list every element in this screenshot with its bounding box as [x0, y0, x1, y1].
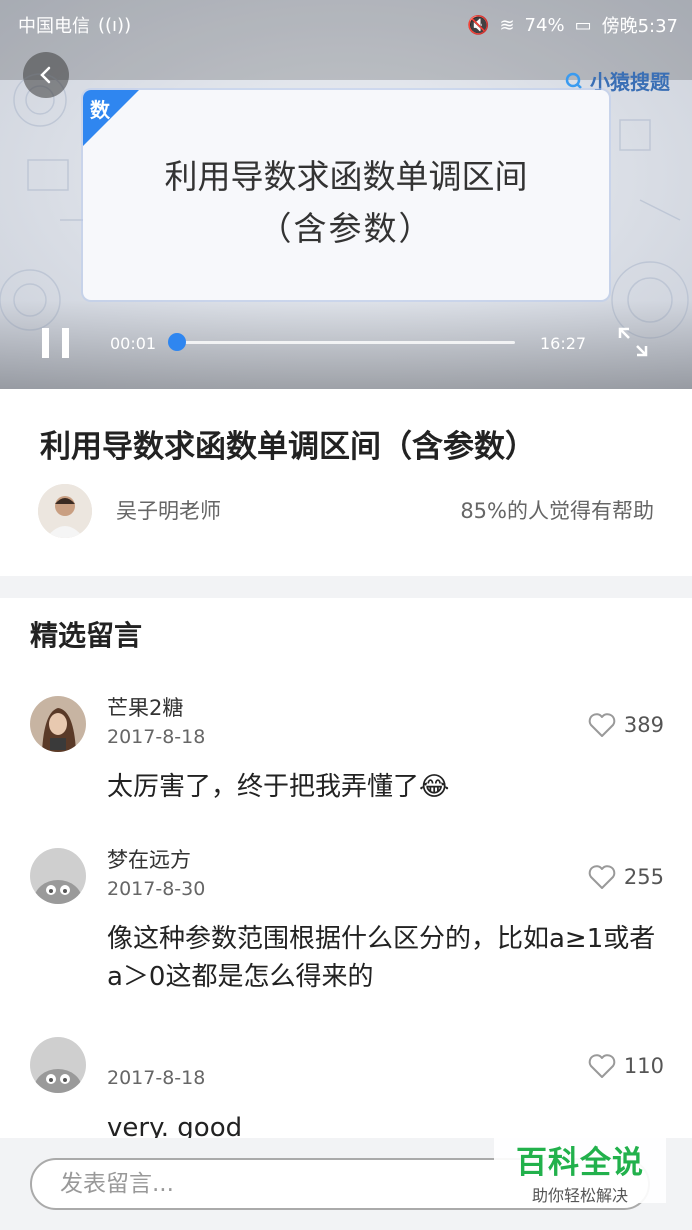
teacher-name[interactable]: 吴子明老师	[116, 495, 221, 525]
teacher-photo	[38, 484, 92, 538]
default-avatar-icon	[30, 848, 86, 904]
status-bar: 中国电信 ((ı)) 🔇 ≋ 74% ▭ 傍晚5:37	[0, 0, 692, 48]
watermark-title: 百科全说	[516, 1145, 644, 1181]
battery-icon: ▭	[574, 14, 592, 36]
comment-author: 梦在远方	[107, 848, 191, 872]
pause-icon	[42, 328, 49, 358]
like-button[interactable]: 389	[588, 712, 664, 738]
watermark: 百科全说 助你轻松解决	[494, 1133, 666, 1205]
like-button[interactable]: 110	[588, 1053, 664, 1079]
avatar[interactable]	[30, 696, 86, 752]
comment-text: 像这种参数范围根据什么区分的，比如a≥1或者a＞0这都是怎么得来的	[107, 924, 656, 992]
user-photo	[30, 696, 86, 752]
pause-icon-bar	[62, 328, 69, 358]
pause-button[interactable]	[42, 328, 70, 358]
total-time: 16:27	[540, 334, 587, 353]
video-info: 利用导数求函数单调区间（含参数） 吴子明老师 85%的人觉得有帮助	[0, 389, 692, 576]
chevron-left-icon	[40, 66, 51, 84]
heart-icon	[588, 713, 616, 737]
subject-badge: 数	[90, 98, 110, 122]
video-player[interactable]: 中国电信 ((ı)) 🔇 ≋ 74% ▭ 傍晚5:37 小猿搜题 数 利用导数求…	[0, 0, 692, 389]
wifi-icon: ≋	[499, 14, 515, 36]
comment-date: 2017-8-18	[107, 1067, 206, 1089]
card-title-line1: 利用导数求函数单调区间	[164, 157, 528, 196]
avatar[interactable]	[30, 1037, 86, 1093]
card-title-line2: （含参数）	[258, 209, 434, 248]
watermark-subtitle: 助你轻松解决	[531, 1186, 628, 1205]
current-time: 00:01	[110, 334, 157, 353]
heart-icon	[588, 1054, 616, 1078]
video-title: 利用导数求函数单调区间（含参数）	[40, 429, 536, 465]
section-title: 精选留言	[30, 619, 143, 652]
teacher-avatar[interactable]	[38, 484, 92, 538]
comment-date: 2017-8-18	[107, 726, 206, 748]
progress-knob[interactable]	[168, 333, 187, 351]
comment-date: 2017-8-30	[107, 878, 206, 900]
default-avatar-icon	[30, 1037, 86, 1093]
like-button[interactable]: 255	[588, 864, 664, 890]
helpful-rate: 85%的人觉得有帮助	[460, 499, 654, 523]
like-count: 110	[623, 1054, 664, 1078]
mute-icon: 🔇	[467, 14, 490, 36]
battery-percent: 74%	[524, 14, 565, 36]
search-icon	[565, 72, 582, 89]
like-count: 389	[623, 713, 664, 737]
progress-track[interactable]	[175, 341, 515, 344]
fullscreen-button[interactable]	[616, 325, 650, 359]
comment-author: 芒果2糖	[107, 696, 184, 720]
back-button[interactable]	[23, 52, 69, 98]
expand-icon	[618, 327, 648, 357]
player-controls: 00:01 16:27	[0, 300, 692, 389]
avatar[interactable]	[30, 848, 86, 904]
comments-section: 精选留言 芒果2糖 2017-8-18 389 太厉害了，终于把我弄懂了😂 梦在…	[0, 598, 692, 1138]
clock: 傍晚5:37	[601, 16, 678, 37]
like-count: 255	[623, 865, 664, 889]
video-title-card: 数 利用导数求函数单调区间 （含参数）	[83, 90, 609, 300]
comment-text: 太厉害了，终于把我弄懂了😂	[107, 772, 450, 802]
heart-icon	[588, 865, 616, 889]
carrier-label: 中国电信	[18, 16, 90, 37]
signal-icon: ((ı))	[98, 14, 132, 36]
